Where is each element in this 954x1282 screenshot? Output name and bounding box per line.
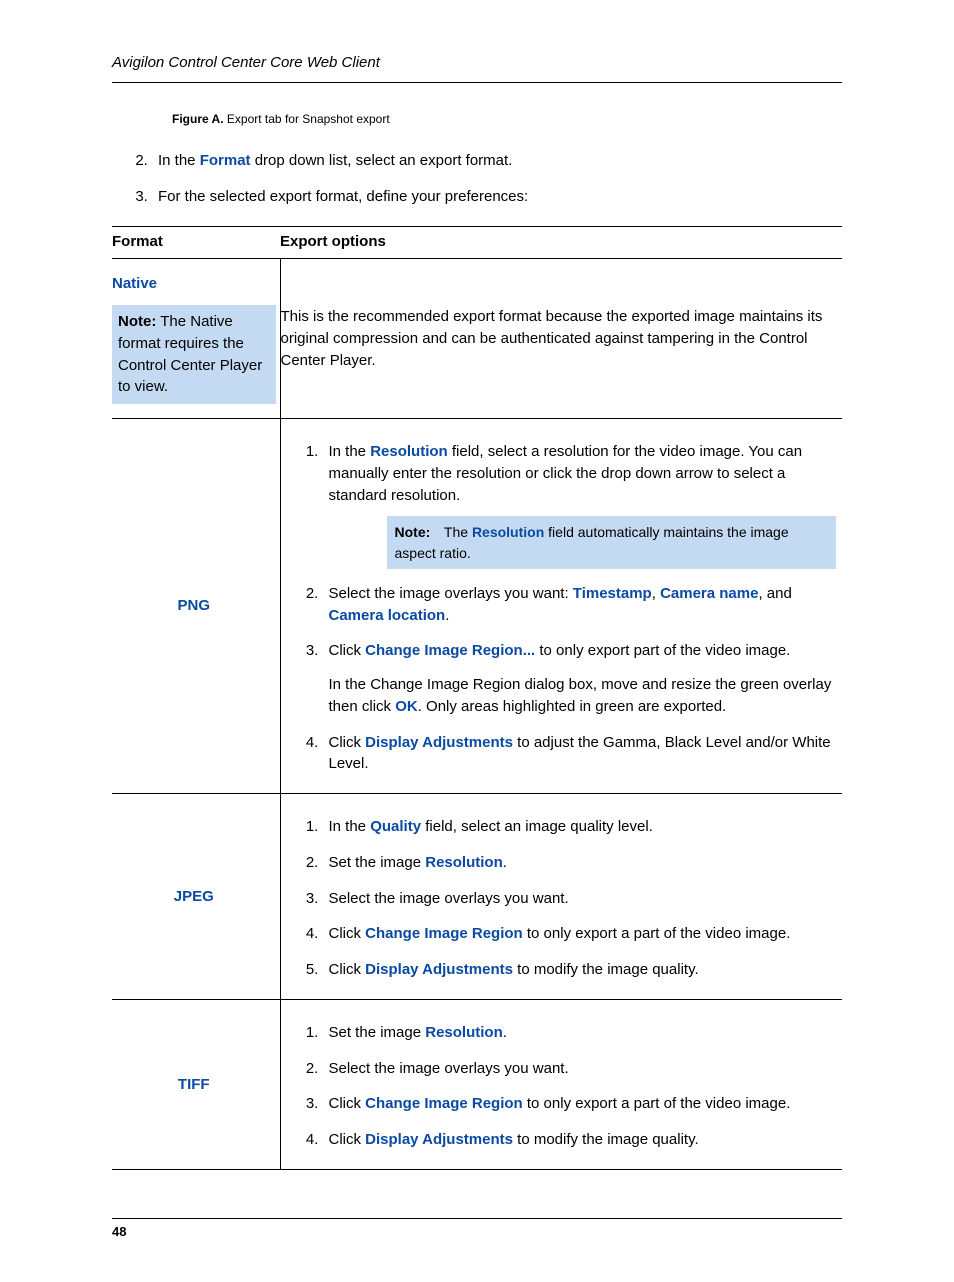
tiff-step-1: Set the image Resolution. bbox=[323, 1022, 837, 1044]
jpeg-step-5: Click Display Adjustments to modify the … bbox=[323, 959, 837, 981]
page-number: 48 bbox=[112, 1224, 126, 1239]
note-label: Note: bbox=[395, 524, 431, 540]
jpeg-steps: In the Quality field, select an image qu… bbox=[303, 816, 837, 981]
export-formats-table: Format Export options Native Note: The N… bbox=[112, 226, 842, 1170]
figure-caption: Figure A. Export tab for Snapshot export bbox=[172, 111, 842, 128]
row-tiff: TIFF Set the image Resolution. Select th… bbox=[112, 999, 842, 1169]
intro-steps: In the Format drop down list, select an … bbox=[130, 150, 842, 208]
jpeg-step-4: Click Change Image Region to only export… bbox=[323, 923, 837, 945]
jpeg-step-1: In the Quality field, select an image qu… bbox=[323, 816, 837, 838]
figure-label: Figure A. bbox=[172, 112, 224, 126]
format-tiff: TIFF bbox=[112, 1074, 276, 1096]
png-step-1: In the Resolution field, select a resolu… bbox=[323, 441, 837, 569]
running-header: Avigilon Control Center Core Web Client bbox=[112, 52, 842, 83]
png-step-3-sub: In the Change Image Region dialog box, m… bbox=[329, 674, 837, 718]
png-step-3: Click Change Image Region... to only exp… bbox=[323, 640, 837, 717]
intro-step-3: For the selected export format, define y… bbox=[152, 186, 842, 208]
png-resolution-note: Note: The Resolution field automatically… bbox=[387, 516, 837, 569]
page-footer: 48 bbox=[112, 1218, 842, 1242]
format-native: Native bbox=[112, 273, 276, 295]
tiff-step-3: Click Change Image Region to only export… bbox=[323, 1093, 837, 1115]
resolution-keyword: Resolution bbox=[370, 443, 448, 460]
ok-keyword: OK bbox=[395, 698, 418, 715]
row-png: PNG In the Resolution field, select a re… bbox=[112, 419, 842, 794]
format-jpeg: JPEG bbox=[112, 886, 276, 908]
change-image-region-keyword: Change Image Region... bbox=[365, 642, 535, 659]
png-step-2: Select the image overlays you want: Time… bbox=[323, 583, 837, 627]
native-desc: This is the recommended export format be… bbox=[280, 259, 842, 419]
camera-name-keyword: Camera name bbox=[660, 585, 758, 602]
tiff-step-4: Click Display Adjustments to modify the … bbox=[323, 1129, 837, 1151]
native-note: Note: The Native format requires the Con… bbox=[112, 305, 276, 404]
note-label: Note: bbox=[118, 313, 156, 330]
quality-keyword: Quality bbox=[370, 818, 421, 835]
timestamp-keyword: Timestamp bbox=[573, 585, 652, 602]
intro-step-2: In the Format drop down list, select an … bbox=[152, 150, 842, 172]
png-steps: In the Resolution field, select a resolu… bbox=[303, 441, 837, 775]
jpeg-step-3: Select the image overlays you want. bbox=[323, 888, 837, 910]
jpeg-step-2: Set the image Resolution. bbox=[323, 852, 837, 874]
format-png: PNG bbox=[112, 595, 276, 617]
format-keyword: Format bbox=[200, 152, 251, 169]
figure-text: Export tab for Snapshot export bbox=[227, 112, 390, 126]
camera-location-keyword: Camera location bbox=[329, 607, 446, 624]
tiff-step-2: Select the image overlays you want. bbox=[323, 1058, 837, 1080]
row-jpeg: JPEG In the Quality field, select an ima… bbox=[112, 794, 842, 1000]
col-options: Export options bbox=[280, 226, 842, 259]
png-step-4: Click Display Adjustments to adjust the … bbox=[323, 732, 837, 776]
col-format: Format bbox=[112, 226, 280, 259]
tiff-steps: Set the image Resolution. Select the ima… bbox=[303, 1022, 837, 1151]
row-native: Native Note: The Native format requires … bbox=[112, 259, 842, 419]
display-adjustments-keyword: Display Adjustments bbox=[365, 734, 513, 751]
